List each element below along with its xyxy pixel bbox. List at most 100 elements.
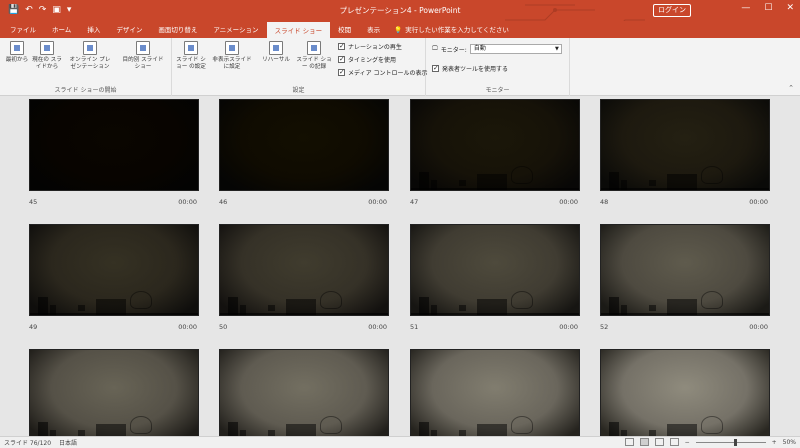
zoom-slider-knob[interactable] [733,438,737,446]
rehearse-label: リハーサル [262,57,290,63]
slide-shape [38,422,48,436]
slide-thumbnail[interactable] [29,224,199,316]
slide-sorter-view-button[interactable] [639,438,649,446]
tab-insert[interactable]: 挿入 [79,22,108,38]
slide-shape [411,313,579,315]
group-monitor-label: モニター [485,87,510,94]
language-status[interactable]: 日本語 [59,438,77,447]
online-presentation-button[interactable]: オンライン プレゼンテーション [68,41,112,71]
slideshow-current-icon [40,41,54,55]
slide-timing: 00:00 [368,323,387,331]
from-beginning-button[interactable]: 最初から [2,41,32,64]
slide-shape [419,422,429,436]
slide-shape [30,313,198,315]
tab-review[interactable]: 校閲 [330,22,359,38]
from-current-button[interactable]: 現在の スライドから [32,41,62,71]
slide-shape [320,416,342,434]
setup-slideshow-button[interactable]: スライド ショー の設定 [174,41,208,71]
slide-shape [459,180,466,186]
slide-shape [667,424,697,436]
slide-thumbnail[interactable] [219,99,389,191]
slide-sorter: 45 00:00 46 00:00 47 00:00 48 00:00 49 00:00 50 00:… [0,96,800,436]
tab-view[interactable]: 表示 [359,22,388,38]
slide-shape [130,291,152,309]
slide-timing: 00:00 [749,198,768,206]
tab-file[interactable]: ファイル [2,22,44,38]
monitor-value: 自動 [473,45,486,52]
play-narration-checkbox[interactable]: ナレーションの再生 [338,42,402,51]
slide-thumbnail[interactable] [600,349,770,436]
status-bar: スライド 76/120 日本語 − + 50% [0,436,800,448]
use-timings-label: タイミングを使用 [348,57,397,64]
monitor-select[interactable]: 自動 ▼ [469,44,562,54]
slide-count: スライド 76/120 [4,440,52,447]
slide-shape [601,188,769,190]
slide-shape [220,313,388,315]
slide-thumbnail[interactable] [219,224,389,316]
reading-view-button[interactable] [654,438,664,446]
tab-home[interactable]: ホーム [44,22,79,38]
slide-thumbnail[interactable] [29,99,199,191]
from-beginning-label: 最初から [5,57,29,63]
slide-number: 45 [29,198,38,206]
zoom-slider[interactable] [695,438,766,446]
slide-thumbnail[interactable] [29,349,199,436]
slide-thumbnail[interactable] [219,349,389,436]
setup-icon [184,41,198,55]
zoom-level[interactable]: 50% [783,439,796,446]
monitor-row: 🖵 モニター: 自動 ▼ [432,44,562,54]
checkbox-checked-icon [338,42,345,50]
slide-image [30,100,198,190]
presenter-view-checkbox[interactable]: 発表者ツールを使用する [432,64,508,73]
custom-show-button[interactable]: 目的別 スライド ショー [122,41,164,71]
zoom-in-icon[interactable]: + [772,439,777,446]
tell-me-box[interactable]: 💡 実行したい作業を入力してください [388,22,509,38]
slide-shape [511,291,533,309]
custom-show-label: 目的別 スライド ショー [122,57,164,70]
slide-thumbnail[interactable] [410,224,580,316]
signin-button[interactable]: ログイン [653,4,691,17]
slide-number: 47 [410,198,419,206]
slideshow-view-button[interactable] [669,438,679,446]
slide-shape [701,166,723,184]
normal-view-button[interactable] [624,438,634,446]
online-presentation-icon [83,41,97,55]
slide-thumbnail[interactable] [410,349,580,436]
slide-shape [477,424,507,436]
slide-shape [649,180,656,186]
close-button[interactable]: ✕ [786,3,794,13]
zoom-out-icon[interactable]: − [685,439,690,446]
from-current-label: 現在の スライドから [32,57,62,70]
tab-design[interactable]: デザイン [108,22,150,38]
checkbox-checked-icon [338,68,345,76]
record-button[interactable]: スライド ショー の記録 [296,41,332,71]
slide-shape [96,424,126,436]
minimize-button[interactable]: — [741,3,750,13]
group-start-slideshow: 最初から 現在の スライドから オンライン プレゼンテーション 目的別 スライド… [0,38,172,96]
online-presentation-label: オンライン プレゼンテーション [69,57,111,70]
maximize-button[interactable]: ☐ [764,3,772,13]
checkbox-checked-icon [338,55,345,63]
tab-animations[interactable]: アニメーション [205,22,266,38]
slide-number: 52 [600,323,609,331]
tab-slideshow[interactable]: スライド ショー [266,22,331,38]
collapse-ribbon-icon[interactable]: ⌃ [788,84,794,92]
slide-shape [78,305,85,311]
hide-slide-button[interactable]: 非表示スライド に設定 [212,41,252,71]
checkbox-checked-icon [432,64,439,72]
rehearse-button[interactable]: リハーサル [260,41,292,64]
presenter-view-label: 発表者ツールを使用する [442,66,509,73]
slide-thumbnail[interactable] [600,99,770,191]
slide-thumbnail[interactable] [410,99,580,191]
window-controls: — ☐ ✕ [741,3,794,13]
lightbulb-icon: 💡 [394,26,403,34]
tab-transitions[interactable]: 画面切り替え [150,22,205,38]
use-timings-checkbox[interactable]: タイミングを使用 [338,55,396,64]
slide-thumbnail[interactable] [600,224,770,316]
media-controls-checkbox[interactable]: メディア コントロールの表示 [338,68,428,77]
ribbon-tabs: ファイル ホーム 挿入 デザイン 画面切り替え アニメーション スライド ショー… [0,21,800,38]
slide-number: 48 [600,198,609,206]
slide-shape [268,305,275,311]
slide-number: 51 [410,323,419,331]
slide-shape [511,166,533,184]
